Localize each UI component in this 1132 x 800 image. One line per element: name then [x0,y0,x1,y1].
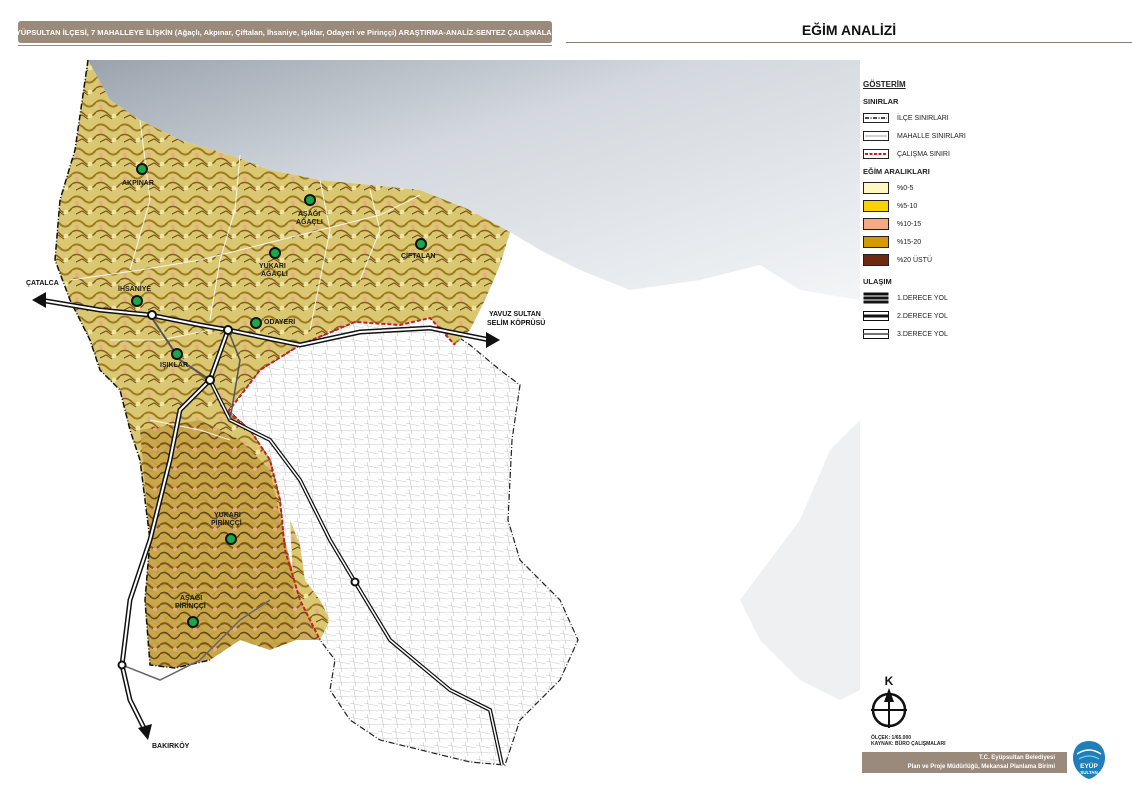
legend-label: %10-15 [897,220,922,228]
ciftalan-marker-icon [415,238,427,250]
road-label-yavuz-2: SELİM KÖPRÜSÜ [487,320,546,327]
legend-slope-heading: EĞİM ARALIKLARI [863,167,930,176]
akpinar-marker-icon [136,163,148,175]
divider [566,42,1132,43]
map-subtitle: EYÜPSULTAN İLÇESİ, 7 MAHALLEYE İLİŞKİN (… [18,27,552,37]
legend-item: %15-20 [863,235,1123,249]
footer-line-2: Plan ve Proje Müdürlüğü, Mekansal Planla… [907,764,1055,770]
scale-info: ÖLÇEK: 1/65.000 KAYNAK: BÜRO ÇALIŞMALARI [871,735,946,747]
asagi-pirincci-marker-icon [187,616,199,628]
legend-label: ÇALIŞMA SINIRI [897,150,950,158]
logo-text-1: EYÜP [1080,761,1098,770]
place-label-ihsaniye: İHSANİYE [118,286,152,293]
footer-line-1: T.C. Eyüpsultan Belediyesi [978,755,1055,761]
legend-item: 2.DERECE YOL [863,309,1123,323]
road-1st-degree-icon [863,292,889,304]
place-label-isiklar: IŞIKLAR [160,362,188,369]
odayeri-marker-icon [250,317,262,329]
legend-label: İLÇE SINIRLARI [897,114,949,122]
legend-item: %0-5 [863,181,1123,195]
legend-transport-heading: ULAŞIM [863,277,892,286]
municipality-logo-icon: EYÜP SULTAN [1073,741,1105,779]
north-arrow-icon: K [871,674,907,728]
footer-banner: T.C. Eyüpsultan Belediyesi Plan ve Proje… [862,752,1067,773]
legend-title: GÖSTERİM [863,80,906,89]
road-label-yavuz-1: YAVUZ SULTAN [489,311,541,318]
legend-label: %20 ÜSTÜ [897,256,933,264]
legend-label: MAHALLE SINIRLARI [897,132,966,140]
legend-label: 1.DERECE YOL [897,294,948,302]
yukari-agacli-marker-icon [269,247,281,259]
legend-label: 3.DERECE YOL [897,330,948,338]
legend-item: %10-15 [863,217,1123,231]
legend-item: 3.DERECE YOL [863,327,1123,341]
district-boundary-icon [863,113,889,123]
place-label-yukari-agacli-2: AĞAÇLI [261,271,288,278]
yukari-pirincci-marker-icon [225,533,237,545]
legend-label: %15-20 [897,238,922,246]
legend-item: 1.DERECE YOL [863,291,1123,305]
legend-item: %5-10 [863,199,1123,213]
place-label-yukari-agacli-1: YUKARI [259,263,286,270]
slope-swatch-icon [863,182,889,194]
place-label-yukari-pirincci-1: YUKARI [214,512,241,519]
page-title: EĞİM ANALİZİ [801,22,897,38]
legend-item: %20 ÜSTÜ [863,253,1123,267]
legend-item: MAHALLE SINIRLARI [863,129,1123,143]
place-label-odayeri: ODAYERİ [264,319,296,326]
place-label-asagi-agacli-1: AŞAĞI [298,211,321,218]
source-label: KAYNAK: BÜRO ÇALIŞMALARI [871,741,946,747]
isiklar-marker-icon [171,348,183,360]
slope-swatch-icon [863,218,889,230]
place-label-yukari-pirincci-2: PİRİNÇÇİ [211,520,242,527]
road-3rd-degree-icon [863,329,889,339]
north-label: K [885,674,894,688]
map-legend: GÖSTERİM SINIRLAR İLÇE SINIRLARI MAHALLE… [863,80,1123,345]
legend-boundaries-heading: SINIRLAR [863,97,899,106]
ihsaniye-marker-icon [131,295,143,307]
legend-label: %5-10 [897,202,918,210]
map-subtitle-banner: EYÜPSULTAN İLÇESİ, 7 MAHALLEYE İLİŞKİN (… [18,21,552,43]
road-label-catalca: ÇATALCA [26,280,59,287]
slope-swatch-icon [863,200,889,212]
place-label-asagi-pirincci-1: AŞAĞI [180,595,203,602]
slope-map [32,60,860,766]
logo-text-2: SULTAN [1080,770,1098,775]
legend-label: 2.DERECE YOL [897,312,948,320]
road-2nd-degree-icon [863,311,889,321]
legend-label: %0-5 [897,184,914,192]
slope-swatch-icon [863,254,889,266]
place-label-akpinar: AKPINAR [122,180,154,187]
legend-item: İLÇE SINIRLARI [863,111,1123,125]
road-label-bakirkoy: BAKIRKÖY [152,743,190,750]
neighborhood-boundary-icon [863,131,889,141]
asagi-agacli-marker-icon [304,194,316,206]
slope-swatch-icon [863,236,889,248]
place-label-asagi-pirincci-2: PİRİNÇÇİ [175,603,206,610]
legend-item: ÇALIŞMA SINIRI [863,147,1123,161]
divider [18,45,552,46]
study-boundary-icon [863,149,889,159]
place-label-asagi-agacli-2: AĞAÇLI [296,219,323,226]
place-label-ciftalan: ÇİFTALAN [401,253,436,260]
